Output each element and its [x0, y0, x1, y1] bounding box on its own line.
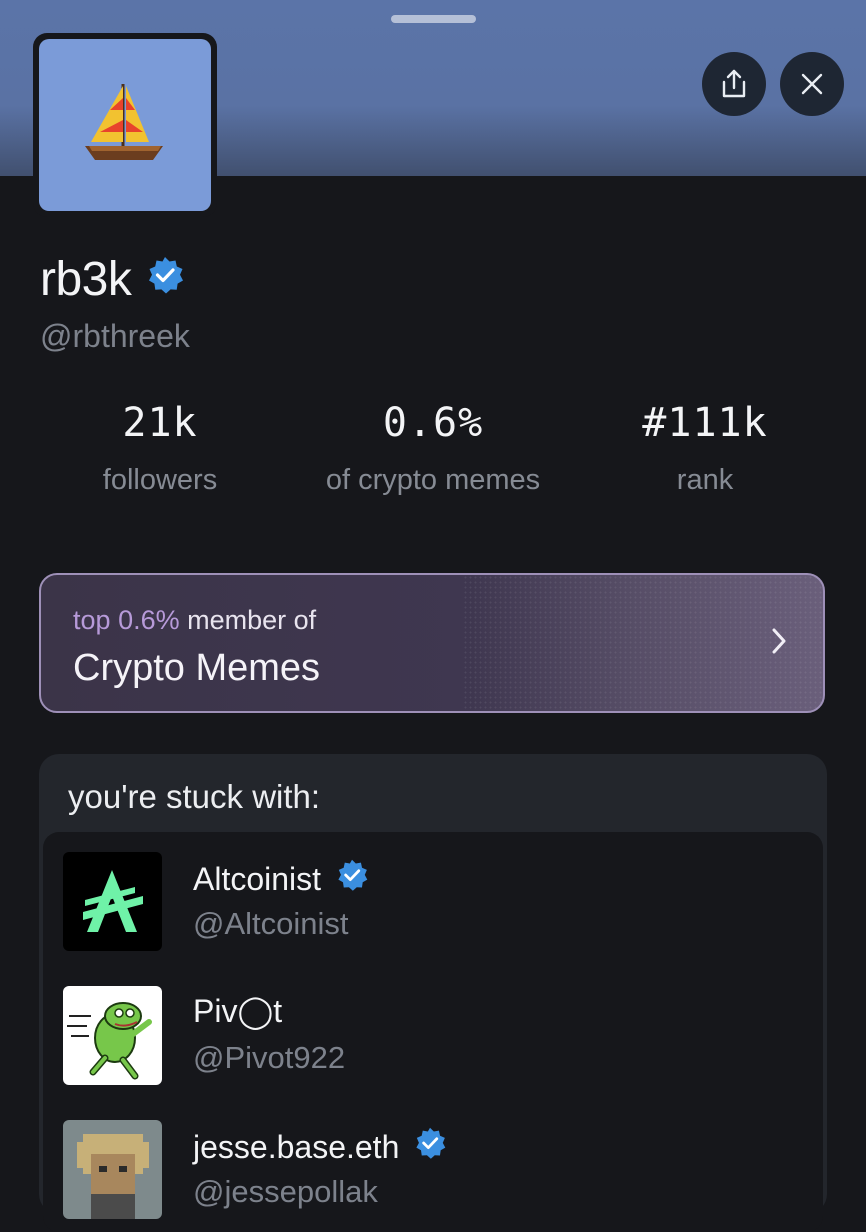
pixel-portrait-icon: [63, 1120, 162, 1219]
stat-value: 0.6%: [382, 400, 484, 446]
stat-label: followers: [102, 464, 218, 496]
account-name: Altcoinist: [193, 858, 369, 900]
stat-label: rank: [676, 464, 734, 496]
account-name-text: Altcoinist: [193, 860, 322, 897]
verified-badge-icon: [145, 252, 185, 307]
sheet-drag-handle[interactable]: [391, 15, 476, 23]
profile-display-name: rb3k: [40, 252, 185, 307]
verified-badge-icon: [413, 1126, 447, 1168]
account-name-text: jesse.base.eth: [193, 1128, 400, 1165]
account-name: Piv◯t: [193, 992, 282, 1030]
list-item[interactable]: Piv◯t @Pivot922: [63, 986, 803, 1086]
close-icon: [801, 73, 823, 95]
account-handle: @Pivot922: [193, 1040, 346, 1075]
list-item[interactable]: Altcoinist @Altcoinist: [63, 852, 803, 952]
account-name-text: Piv◯t: [193, 993, 283, 1029]
stat-label: of crypto memes: [325, 464, 541, 496]
community-title: Crypto Memes: [73, 647, 321, 689]
stat-value: 21k: [122, 400, 198, 446]
community-prefix: top: [73, 605, 111, 635]
community-rank-line: top 0.6% member of: [73, 605, 316, 636]
stuck-with-section: you're stuck with: Altcoinist @Altcoinis…: [39, 754, 827, 1232]
share-icon: [722, 69, 746, 98]
account-handle: @Altcoinist: [193, 906, 349, 941]
community-membership-card[interactable]: top 0.6% member of Crypto Memes: [39, 573, 825, 713]
account-name: jesse.base.eth: [193, 1126, 447, 1168]
account-handle: @jessepollak: [193, 1174, 378, 1209]
stat-value: #111k: [642, 400, 768, 446]
sailboat-icon: [85, 84, 163, 160]
close-button[interactable]: [780, 52, 844, 116]
list-item[interactable]: jesse.base.eth @jessepollak: [63, 1120, 803, 1220]
stuck-with-list[interactable]: Altcoinist @Altcoinist Piv◯t @Pivot922 j…: [43, 832, 823, 1232]
card-background-texture: [463, 575, 823, 711]
stuck-with-title: you're stuck with:: [68, 778, 321, 815]
display-name-text: rb3k: [40, 253, 132, 306]
chevron-right-icon: [771, 627, 787, 660]
altcoinist-logo-icon: [63, 852, 162, 951]
profile-handle: @rbthreek: [40, 318, 190, 354]
stat-community-percent: 0.6% of crypto memes: [293, 400, 573, 497]
stat-rank: #111k rank: [565, 400, 845, 497]
pepe-frog-icon: [63, 986, 162, 1085]
verified-badge-icon: [335, 858, 369, 900]
profile-avatar[interactable]: [33, 33, 217, 217]
share-button[interactable]: [702, 52, 766, 116]
community-percent: 0.6%: [118, 605, 180, 635]
community-suffix: member of: [187, 605, 317, 635]
stat-followers: 21k followers: [20, 400, 300, 497]
